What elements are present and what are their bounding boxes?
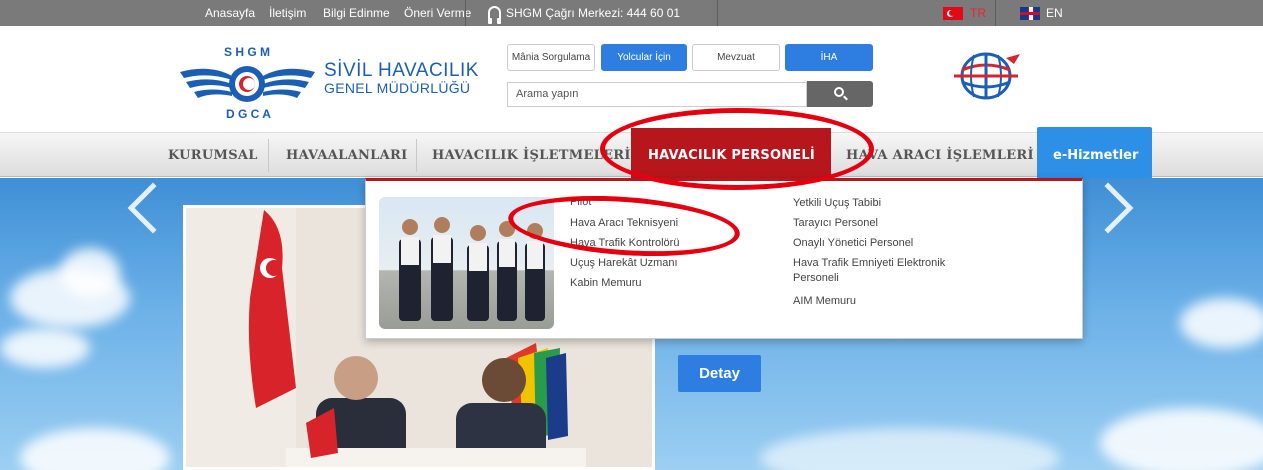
cloud (20, 428, 170, 470)
cloud (60, 248, 120, 298)
link-contact[interactable]: İletişim (269, 6, 306, 20)
menu-item-cabin-crew[interactable]: Kabin Memuru (570, 277, 642, 289)
nav-item-kurumsal[interactable]: KURUMSAL (168, 148, 258, 163)
personnel-dropdown-menu: Pilot Hava Aracı Teknisyeni Hava Trafik … (365, 178, 1083, 339)
menu-item-atsep[interactable]: Hava Trafik Emniyeti Elektronik (793, 257, 945, 269)
menu-item-scanner-personnel[interactable]: Tarayıcı Personel (793, 217, 878, 229)
search-icon (834, 87, 844, 97)
dgca-logo-icon[interactable]: S H G M D G C A (180, 42, 315, 122)
divider (995, 0, 996, 26)
cloud (0, 328, 90, 368)
logo-subtitle: GENEL MÜDÜRLÜĞÜ (324, 80, 471, 96)
menu-item-flight-physician[interactable]: Yetkili Uçuş Tabibi (793, 197, 881, 209)
ministry-globe-logo-icon[interactable] (948, 46, 1024, 104)
turkey-flag-icon[interactable] (943, 7, 963, 20)
link-info-request[interactable]: Bilgi Edinme (323, 6, 390, 20)
cloud (1100, 408, 1263, 470)
logo-arc-top-text: S H G M (224, 45, 270, 59)
menu-item-atsep-cont[interactable]: Personeli (793, 272, 839, 284)
menu-item-aim-officer[interactable]: AIM Memuru (793, 295, 856, 307)
call-center-text: SHGM Çağrı Merkezi: 444 60 01 (506, 6, 681, 20)
site-header: S H G M D G C A SİVİL HAVACILIK GENEL MÜ… (0, 26, 1263, 132)
menu-item-approved-manager[interactable]: Onaylı Yönetici Personel (793, 237, 913, 249)
divider (717, 0, 718, 26)
nav-divider (416, 139, 417, 172)
link-home[interactable]: Anasayfa (205, 6, 255, 20)
menu-item-flight-ops-specialist[interactable]: Uçuş Harekât Uzmanı (570, 257, 678, 269)
nav-item-e-hizmetler[interactable]: e-Hizmetler (1037, 127, 1152, 179)
cloud (1180, 298, 1263, 348)
nav-divider (268, 139, 269, 172)
passengers-button[interactable]: Yolcular İçin (601, 44, 687, 71)
link-suggestion[interactable]: Öneri Verme (404, 6, 471, 20)
annotation-circle (600, 108, 874, 190)
search-input[interactable]: Arama yapın (507, 82, 807, 107)
lang-en-link[interactable]: EN (1046, 6, 1063, 20)
nav-item-label: e-Hizmetler (1053, 148, 1139, 163)
nav-item-havaalanlari[interactable]: HAVAALANLARI (286, 148, 408, 163)
logo-arc-bottom-text: D G C A (226, 107, 271, 121)
nav-item-hava-araci-islemleri[interactable]: HAVA ARACI İŞLEMLERİ (846, 148, 1034, 163)
search-button[interactable] (807, 81, 873, 107)
mania-query-button[interactable]: Mânia Sorgulama (507, 44, 595, 71)
top-bar: Anasayfa İletişim Bilgi Edinme Öneri Ver… (0, 0, 1263, 26)
divider (465, 0, 466, 26)
lang-tr-link[interactable]: TR (970, 6, 986, 20)
cloud (760, 428, 1060, 470)
uk-flag-icon[interactable] (1020, 7, 1040, 20)
logo-title: SİVİL HAVACILIK (324, 60, 479, 81)
headset-icon (488, 6, 501, 24)
iha-button[interactable]: İHA (785, 44, 873, 71)
legislation-button[interactable]: Mevzuat (692, 44, 780, 71)
detail-button[interactable]: Detay (678, 355, 761, 392)
